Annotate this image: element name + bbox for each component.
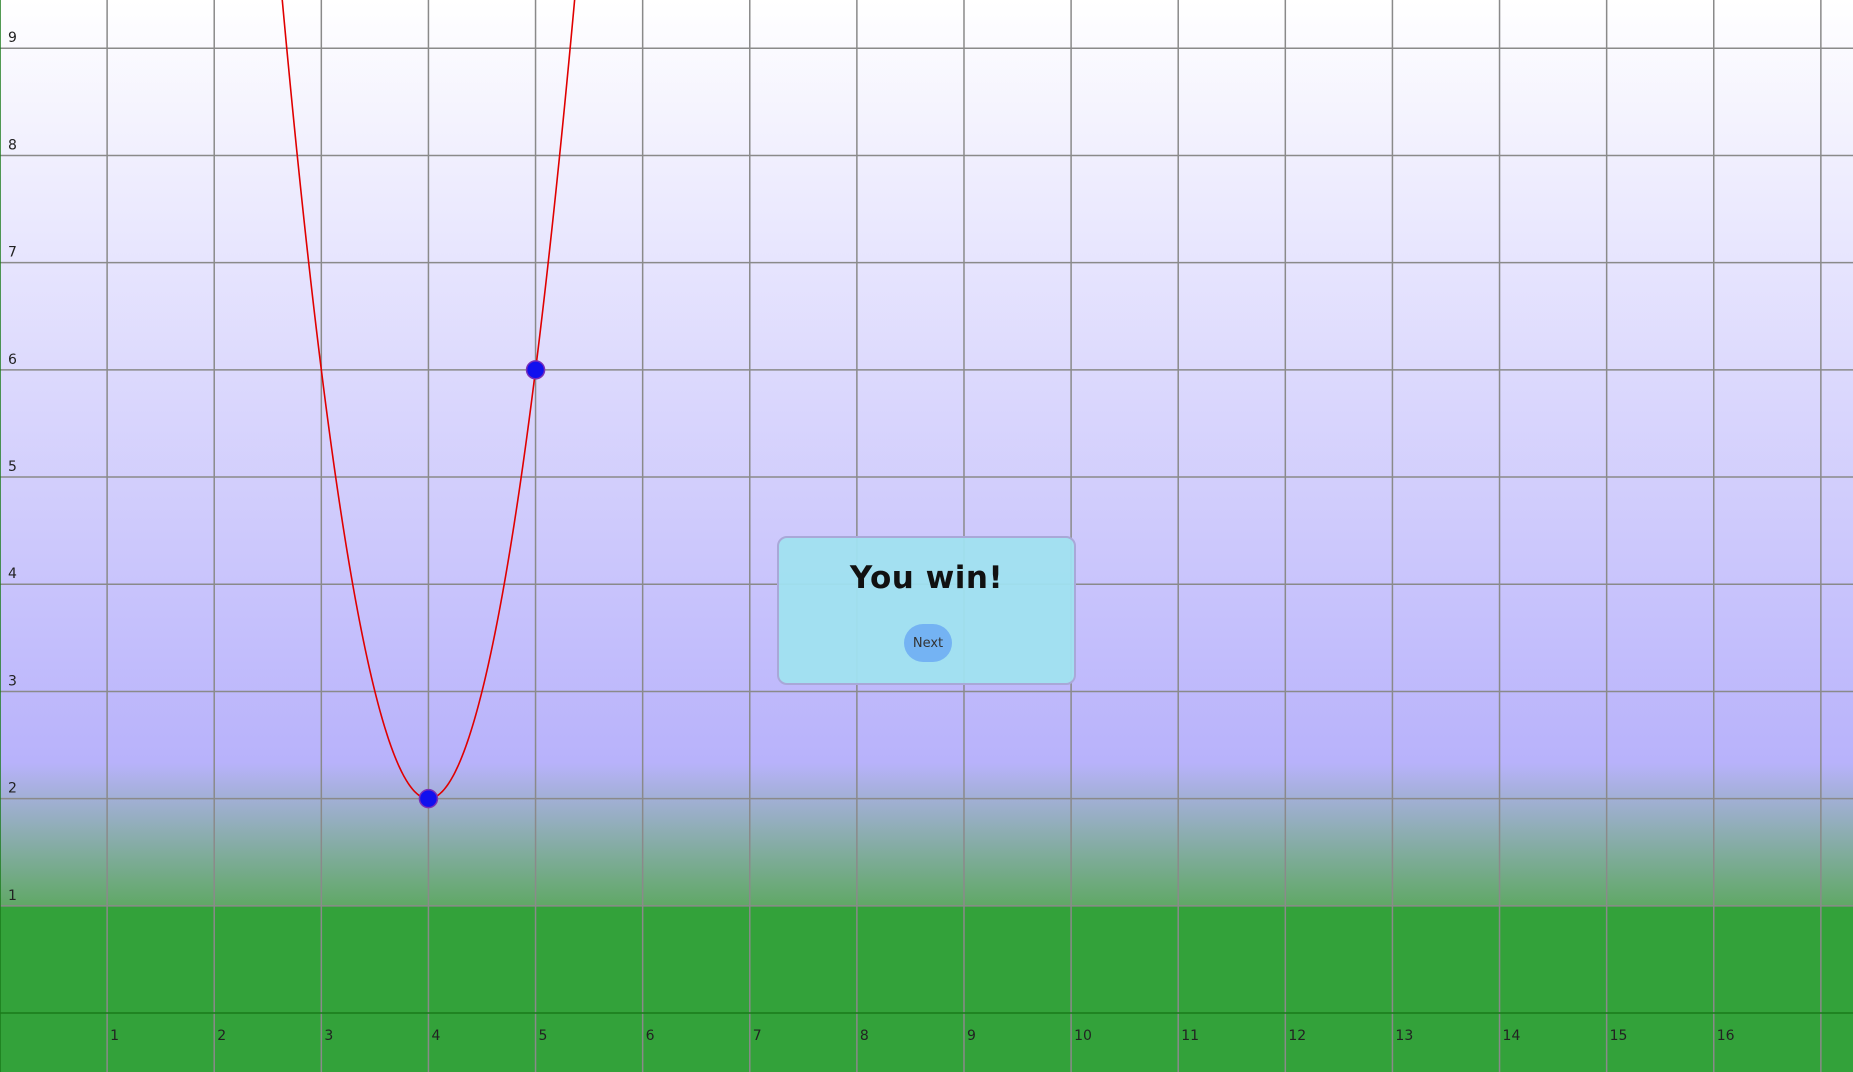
draggable-point[interactable] xyxy=(525,360,546,380)
next-button[interactable]: Next xyxy=(904,624,952,662)
win-dialog: You win! Next xyxy=(777,536,1076,685)
win-message: You win! xyxy=(849,560,1004,596)
x-tick-label: 13 xyxy=(1395,1028,1413,1044)
x-tick-label: 9 xyxy=(967,1028,976,1044)
x-tick-label: 14 xyxy=(1503,1028,1521,1044)
x-tick-label: 8 xyxy=(860,1028,869,1044)
x-tick-label: 1 xyxy=(110,1028,119,1044)
x-tick-label: 3 xyxy=(324,1028,333,1044)
y-tick-label: 5 xyxy=(8,459,17,475)
x-tick-label: 7 xyxy=(753,1028,762,1044)
x-tick-label: 5 xyxy=(539,1028,548,1044)
y-tick-label: 2 xyxy=(8,781,17,797)
y-tick-label: 8 xyxy=(8,137,17,153)
sky-background xyxy=(0,0,1853,908)
x-tick-label: 16 xyxy=(1717,1028,1735,1044)
y-tick-label: 1 xyxy=(8,888,17,904)
x-tick-label: 12 xyxy=(1288,1028,1306,1044)
y-tick-label: 4 xyxy=(8,566,17,582)
x-tick-label: 15 xyxy=(1610,1028,1628,1044)
y-tick-label: 3 xyxy=(8,673,17,689)
x-tick-label: 10 xyxy=(1074,1028,1092,1044)
y-tick-label: 9 xyxy=(8,30,17,46)
y-tick-label: 7 xyxy=(8,245,17,261)
x-tick-label: 2 xyxy=(217,1028,226,1044)
x-tick-label: 6 xyxy=(646,1028,655,1044)
x-tick-label: 4 xyxy=(431,1028,440,1044)
y-tick-label: 6 xyxy=(8,352,17,368)
x-tick-label: 11 xyxy=(1181,1028,1199,1044)
draggable-point[interactable] xyxy=(418,788,439,809)
ground-area xyxy=(0,905,1853,1072)
